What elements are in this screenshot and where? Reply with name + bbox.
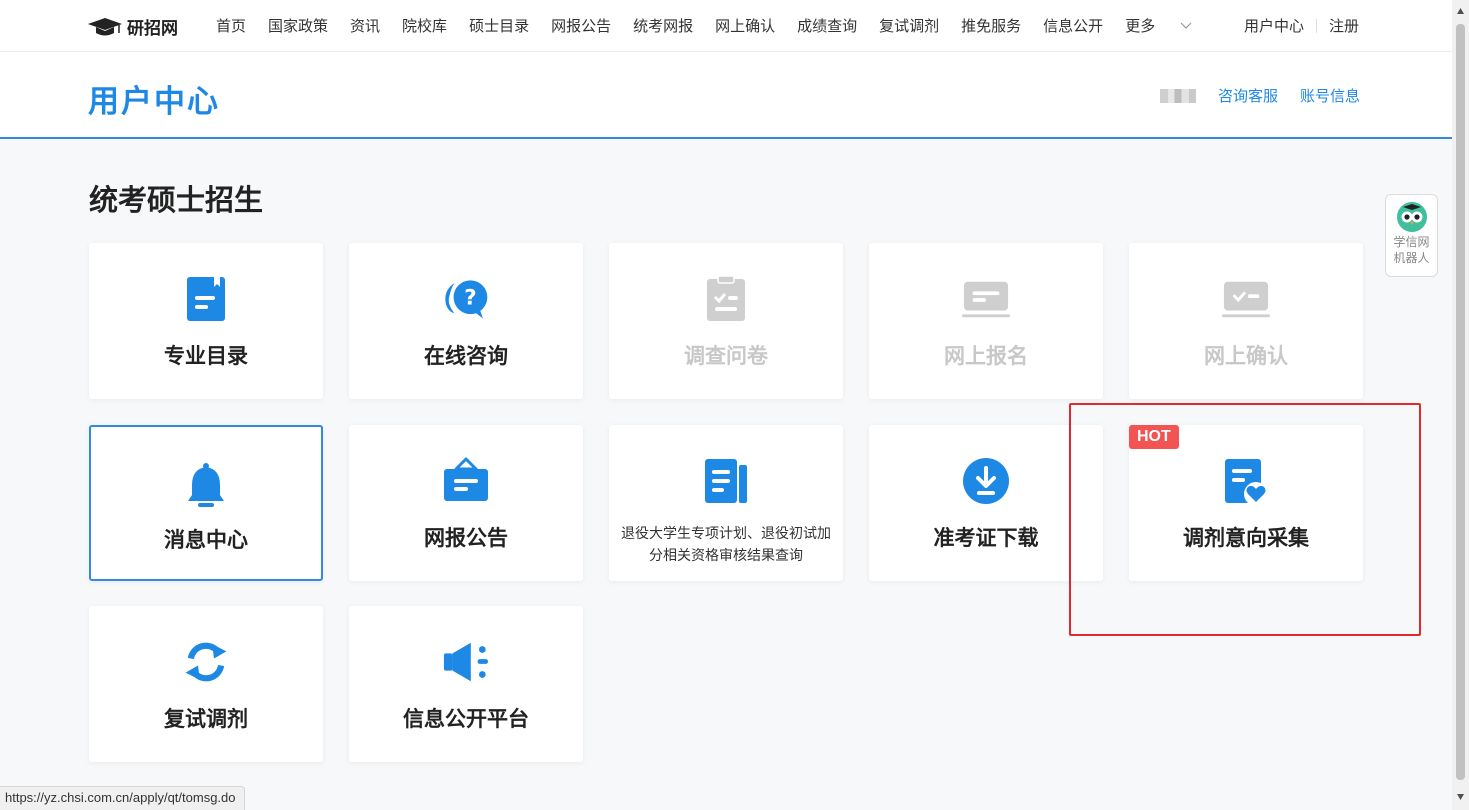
graduation-cap-icon	[88, 17, 122, 35]
username-blurred	[1160, 88, 1196, 103]
scrollbar-thumb[interactable]	[1456, 24, 1465, 780]
card-label: 专业目录	[164, 344, 248, 368]
xuexin-robot-button[interactable]: 学信网 机器人	[1385, 194, 1438, 277]
nav-link-score-query[interactable]: 成绩查询	[797, 15, 857, 36]
card-label: 准考证下载	[933, 526, 1039, 550]
nav-link-retest-adjust[interactable]: 复试调剂	[879, 15, 939, 36]
status-bar-url: https://yz.chsi.com.cn/apply/qt/tomsg.do	[0, 786, 245, 810]
consult-service-link[interactable]: 咨询客服	[1218, 85, 1278, 106]
top-nav: 研招网 首页 国家政策 资讯 院校库 硕士目录 网报公告 统考网报 网上确认 成…	[0, 0, 1452, 52]
card-label: 网上报名	[944, 344, 1028, 368]
user-center-header: 用户中心 咨询客服 账号信息	[0, 52, 1452, 139]
robot-label: 学信网 机器人	[1393, 234, 1429, 266]
hot-badge: HOT	[1129, 425, 1179, 449]
account-info-link[interactable]: 账号信息	[1300, 85, 1360, 106]
chevron-down-icon	[1180, 22, 1192, 29]
card-admission-ticket[interactable]: 准考证下载	[869, 425, 1103, 581]
card-label: 消息中心	[164, 528, 248, 552]
intent-collect-icon	[1222, 457, 1270, 505]
site-logo[interactable]: 研招网	[88, 14, 178, 39]
nav-link-master-catalog[interactable]: 硕士目录	[469, 15, 529, 36]
register-link[interactable]: 注册	[1329, 15, 1359, 36]
page-title: 用户中心	[88, 84, 220, 120]
card-label: 退役大学生专项计划、退役初试加分相关资格审核结果查询	[621, 526, 831, 564]
card-online-confirm[interactable]: 网上确认	[1129, 243, 1363, 399]
card-label: 复试调剂	[164, 707, 248, 731]
nav-more-label: 更多	[1125, 17, 1156, 35]
consult-icon: ?	[442, 275, 490, 323]
megaphone-icon	[442, 638, 490, 686]
robot-label-line2: 机器人	[1393, 251, 1430, 265]
card-veteran-query[interactable]: 退役大学生专项计划、退役初试加分相关资格审核结果查询	[609, 425, 843, 581]
card-label: 网上确认	[1204, 344, 1288, 368]
card-info-platform[interactable]: 信息公开平台	[349, 606, 583, 762]
download-icon	[962, 457, 1010, 505]
card-label: 调查问卷	[684, 344, 768, 368]
card-retest-adjust[interactable]: 复试调剂	[89, 606, 323, 762]
svg-text:?: ?	[464, 285, 476, 310]
document-list-icon	[702, 457, 750, 505]
card-announcement[interactable]: 网报公告	[349, 425, 583, 581]
scroll-down-arrow-icon[interactable]	[1456, 792, 1465, 802]
nav-link-unified-register[interactable]: 统考网报	[633, 15, 693, 36]
nav-link-info-public[interactable]: 信息公开	[1043, 15, 1103, 36]
card-online-register[interactable]: 网上报名	[869, 243, 1103, 399]
card-major-catalog[interactable]: 专业目录	[89, 243, 323, 399]
nav-links: 首页 国家政策 资讯 院校库 硕士目录 网报公告 统考网报 网上确认 成绩查询 …	[216, 15, 1214, 36]
card-label: 网报公告	[424, 526, 508, 550]
logo-text: 研招网	[127, 19, 178, 39]
divider	[1316, 19, 1318, 33]
card-survey[interactable]: 调查问卷	[609, 243, 843, 399]
catalog-icon	[182, 275, 230, 323]
nav-link-policy[interactable]: 国家政策	[268, 15, 328, 36]
card-label: 在线咨询	[424, 344, 508, 368]
survey-icon	[702, 275, 750, 323]
online-register-icon	[962, 275, 1010, 323]
vertical-scrollbar[interactable]	[1452, 0, 1469, 810]
nav-link-online-confirm[interactable]: 网上确认	[715, 15, 775, 36]
refresh-icon	[182, 638, 230, 686]
card-message-center[interactable]: 消息中心	[89, 425, 323, 581]
online-confirm-icon	[1222, 275, 1270, 323]
nav-more-dropdown[interactable]: 更多	[1125, 15, 1192, 36]
scroll-up-arrow-icon[interactable]	[1456, 6, 1465, 16]
card-online-consult[interactable]: ? 在线咨询	[349, 243, 583, 399]
nav-link-home[interactable]: 首页	[216, 15, 246, 36]
robot-label-line1: 学信网	[1393, 235, 1430, 249]
nav-link-news[interactable]: 资讯	[350, 15, 380, 36]
user-links: 用户中心 注册	[1244, 15, 1359, 36]
section-title: 统考硕士招生	[89, 183, 264, 217]
nav-link-recommend[interactable]: 推免服务	[961, 15, 1021, 36]
card-label: 调剂意向采集	[1183, 526, 1309, 550]
header-actions: 咨询客服 账号信息	[1160, 85, 1360, 106]
nav-link-schools[interactable]: 院校库	[402, 15, 447, 36]
announcement-icon	[442, 457, 490, 505]
robot-owl-icon	[1396, 202, 1427, 232]
nav-link-announcement[interactable]: 网报公告	[551, 15, 611, 36]
card-label: 信息公开平台	[403, 707, 529, 731]
bell-icon	[182, 461, 230, 509]
user-center-link[interactable]: 用户中心	[1244, 15, 1304, 36]
